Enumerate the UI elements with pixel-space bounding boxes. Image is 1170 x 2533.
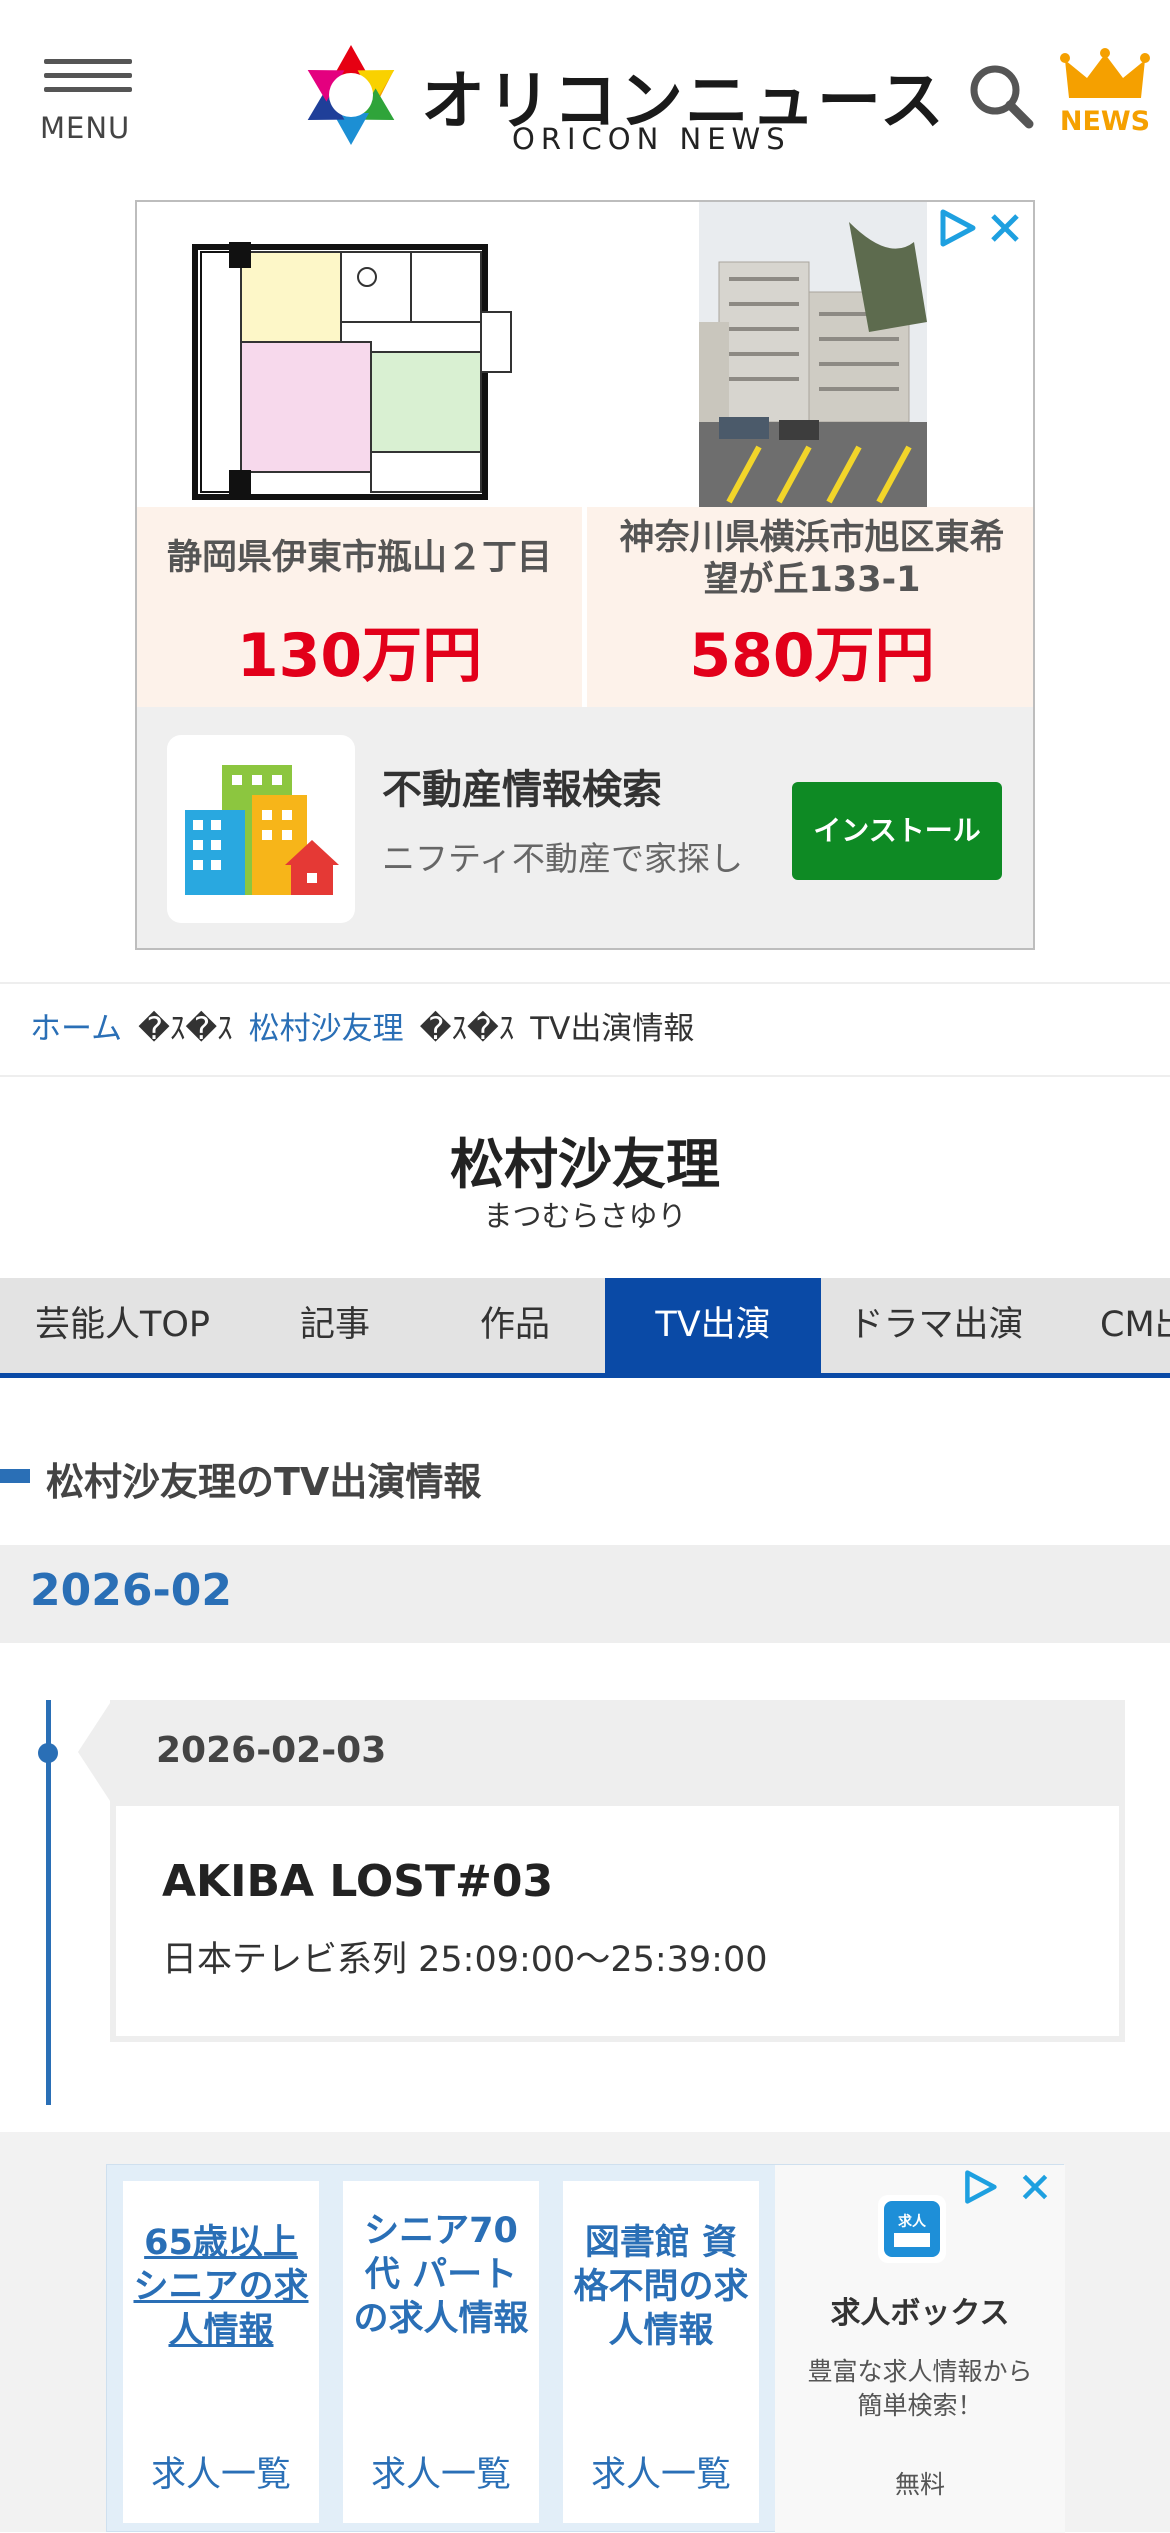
job-list-link[interactable]: 求人一覧	[563, 2446, 759, 2497]
crown-icon	[1060, 48, 1150, 98]
oricon-logo-icon	[307, 45, 395, 145]
job-ad-title[interactable]: シニア70代 パートの求人情報	[351, 2209, 531, 2341]
hamburger-icon	[44, 59, 132, 64]
entry-pointer	[78, 1700, 112, 1804]
section-heading-text: 松村沙友理のTV出演情報	[46, 1460, 482, 1504]
breadcrumb-separator: �ｽ�ｽ	[138, 1011, 233, 1047]
timeline-dot	[38, 1743, 58, 1763]
floor-plan-image	[137, 202, 587, 507]
job-ad-card[interactable]: 65歳以上シニアの求人情報 求人一覧	[123, 2181, 319, 2523]
app-promo[interactable]: 不動産情報検索 ニフティ不動産で家探し インストール	[137, 707, 1033, 948]
tv-appearance-entry: 2026-02-03 AKIBA LOST#03 日本テレビ系列 25:09:0…	[110, 1700, 1125, 2042]
brand-description: 豊富な求人情報から簡単検索！	[807, 2357, 1033, 2420]
job-list-link[interactable]: 求人一覧	[123, 2446, 319, 2497]
menu-label: MENU	[40, 111, 131, 145]
ad-close-icon[interactable]	[987, 210, 1023, 246]
job-ad-title[interactable]: 65歳以上シニアの求人情報	[131, 2221, 311, 2353]
artist-tab-bar: 芸能人TOP 記事 作品 TV出演 ドラマ出演 CM出演	[0, 1278, 1170, 1378]
ad-close-icon[interactable]	[1019, 2171, 1051, 2203]
bottom-ad-area: 65歳以上シニアの求人情報 求人一覧 シニア70代 パートの求人情報 求人一覧 …	[0, 2132, 1170, 2533]
install-button[interactable]: インストール	[792, 782, 1002, 880]
news-label: NEWS	[1059, 106, 1151, 137]
page-title: 松村沙友理	[450, 1133, 720, 1196]
job-ad-title[interactable]: 図書館 資格不問の求人情報	[571, 2221, 751, 2353]
tab-top[interactable]: 芸能人TOP	[0, 1278, 245, 1373]
tab-drama[interactable]: ドラマ出演	[821, 1278, 1051, 1373]
menu-button[interactable]: MENU	[40, 55, 140, 145]
app-title: 不動産情報検索	[382, 767, 662, 813]
breadcrumb-separator: �ｽ�ｽ	[419, 1011, 515, 1047]
program-title: AKIBA LOST#03	[162, 1856, 554, 1907]
job-list-link[interactable]: 求人一覧	[343, 2446, 539, 2497]
brand-free-label: 無料	[894, 2470, 945, 2499]
tab-articles[interactable]: 記事	[245, 1278, 425, 1373]
brand-logo-text: 求人	[898, 2213, 927, 2230]
ad-choices-icon[interactable]	[937, 208, 977, 248]
entry-date: 2026-02-03	[156, 1730, 387, 1771]
hamburger-icon-bar	[44, 87, 132, 92]
artist-kana: まつむらさゆり	[483, 1199, 687, 1233]
listing-price: 580万円	[689, 621, 935, 691]
breadcrumb-current: TV出演情報	[530, 1011, 695, 1047]
site-header: MENU オリコンニュース ORICON NEWS NEWS	[0, 0, 1170, 200]
breadcrumb-home-link[interactable]: ホーム	[30, 1011, 122, 1047]
breadcrumb-artist-link[interactable]: 松村沙友理	[249, 1011, 404, 1047]
building-photo	[699, 202, 927, 507]
breadcrumb: ホーム �ｽ�ｽ 松村沙友理 �ｽ�ｽ TV出演情報	[0, 982, 1170, 1077]
search-icon	[970, 65, 1034, 129]
oricon-news-logo[interactable]: オリコンニュース ORICON NEWS	[296, 40, 944, 160]
listing-card[interactable]: 静岡県伊東市瓶山２丁目 130万円	[137, 507, 582, 707]
listing-address: 神奈川県横浜市旭区東希望が丘133-1	[619, 518, 1005, 600]
month-header: 2026-02	[0, 1545, 1170, 1643]
brand-panel[interactable]: 求人 求人ボックス 豊富な求人情報から簡単検索！ 無料	[775, 2165, 1065, 2533]
tab-cm[interactable]: CM出演	[1075, 1278, 1170, 1373]
logo-text-en: ORICON NEWS	[512, 122, 791, 156]
tab-tv[interactable]: TV出演	[605, 1278, 821, 1373]
entry-body: AKIBA LOST#03 日本テレビ系列 25:09:00〜25:39:00	[116, 1806, 1119, 2036]
ad-choices-icon[interactable]	[962, 2169, 998, 2205]
news-ranking-button[interactable]: NEWS	[1055, 48, 1155, 148]
app-description: ニフティ不動産で家探し	[382, 839, 744, 878]
section-heading: 松村沙友理のTV出演情報	[0, 1445, 1170, 1505]
tab-works[interactable]: 作品	[425, 1278, 605, 1373]
listing-address: 静岡県伊東市瓶山２丁目	[166, 538, 552, 578]
listing-price: 130万円	[236, 621, 483, 691]
building-app-icon	[167, 735, 355, 923]
section-marker	[0, 1469, 30, 1483]
job-ad-card[interactable]: シニア70代 パートの求人情報 求人一覧	[343, 2181, 539, 2523]
job-search-ad[interactable]: 65歳以上シニアの求人情報 求人一覧 シニア70代 パートの求人情報 求人一覧 …	[106, 2164, 1065, 2533]
job-ad-card[interactable]: 図書館 資格不問の求人情報 求人一覧	[563, 2181, 759, 2523]
brand-name: 求人ボックス	[830, 2296, 1010, 2331]
real-estate-ad[interactable]: 静岡県伊東市瓶山２丁目 130万円 神奈川県横浜市旭区東希望が丘133-1 58…	[135, 200, 1035, 950]
search-button[interactable]	[965, 60, 1037, 132]
kyujin-box-logo: 求人	[878, 2195, 946, 2263]
listing-card[interactable]: 神奈川県横浜市旭区東希望が丘133-1 580万円	[587, 507, 1033, 707]
broadcast-info: 日本テレビ系列 25:09:00〜25:39:00	[162, 1940, 768, 1980]
hamburger-icon-bar	[44, 73, 132, 78]
month-label: 2026-02	[30, 1565, 232, 1616]
